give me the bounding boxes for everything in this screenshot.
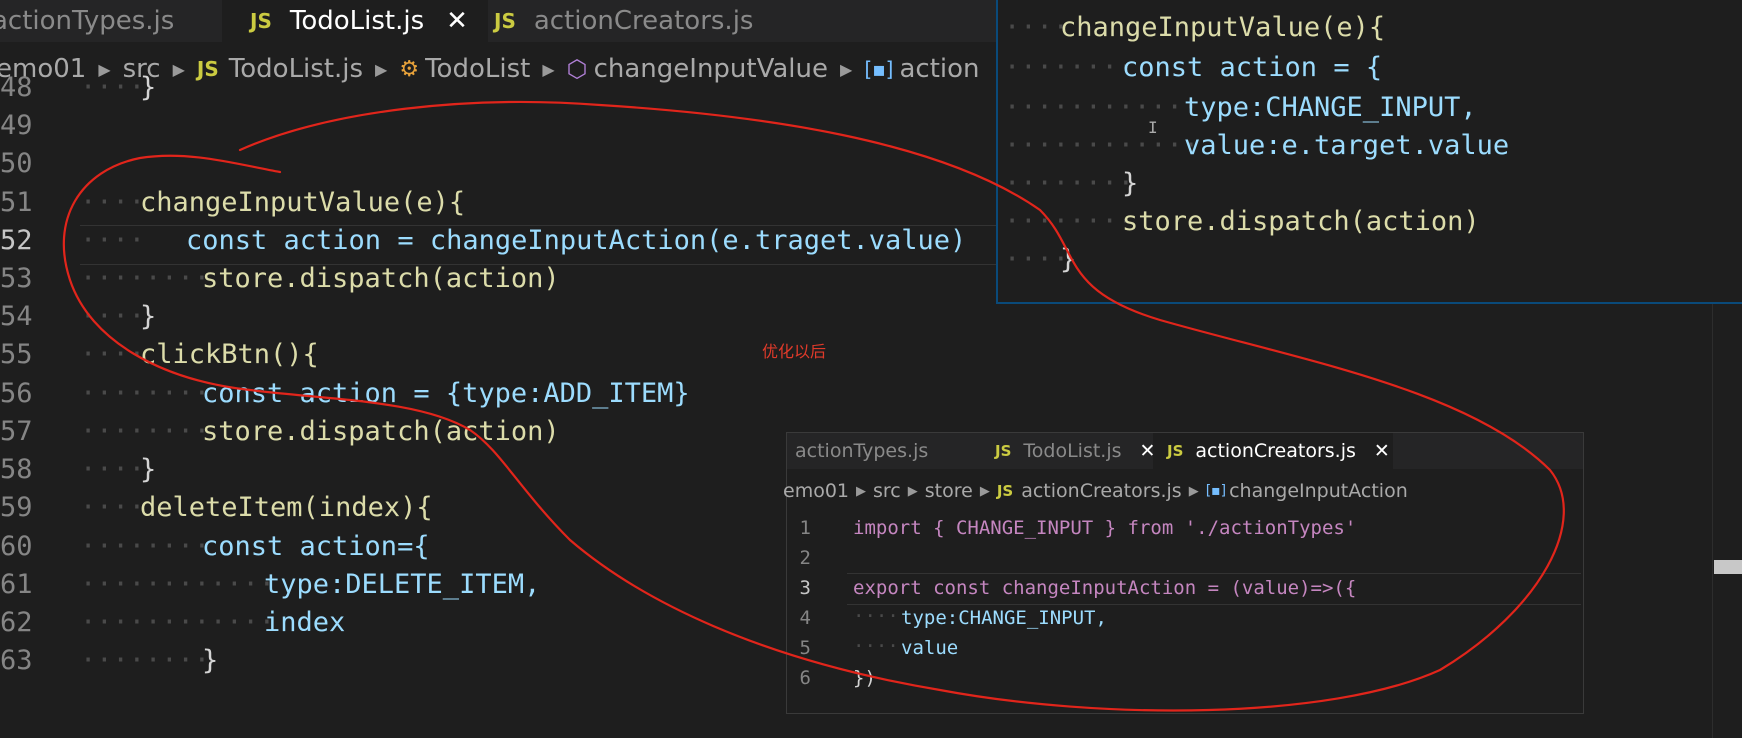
red-scribble-annotation bbox=[62, 100, 1565, 712]
